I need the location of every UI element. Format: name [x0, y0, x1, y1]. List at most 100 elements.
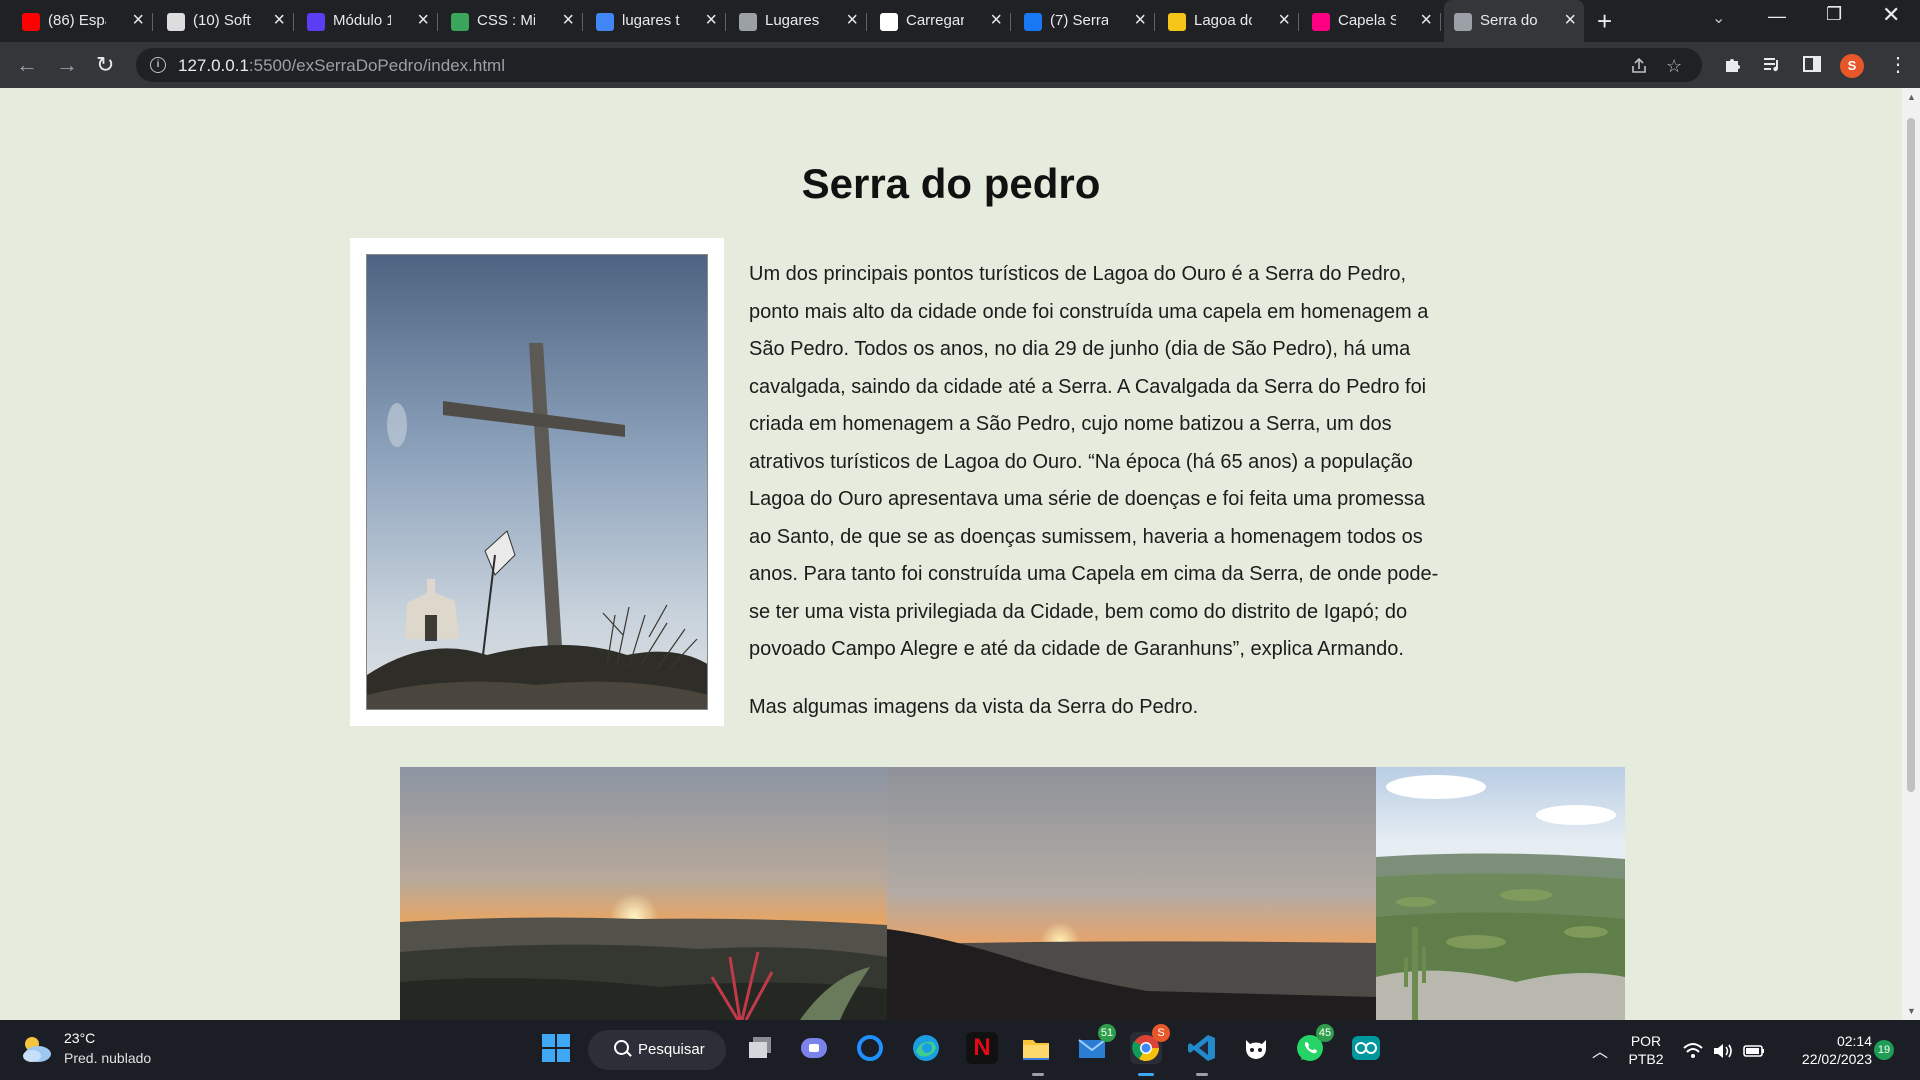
article-text: Um dos principais pontos turísticos de L…	[749, 256, 1449, 726]
vscode-icon[interactable]	[1186, 1032, 1218, 1064]
close-tab-icon[interactable]: ×	[705, 9, 717, 32]
extensions-icon[interactable]	[1722, 54, 1742, 74]
chrome-taskbar-icon[interactable]: S	[1130, 1024, 1170, 1064]
site-info-icon[interactable]: i	[150, 57, 166, 73]
close-tab-icon[interactable]: ×	[1420, 9, 1432, 32]
globe-icon	[1454, 13, 1472, 31]
task-view-icon[interactable]	[744, 1032, 776, 1064]
edge-browser-icon[interactable]	[910, 1032, 942, 1064]
forward-button[interactable]: →	[56, 52, 78, 78]
github-desktop-icon[interactable]	[1240, 1032, 1272, 1064]
whatsapp-icon[interactable]: 45	[1294, 1024, 1334, 1064]
keyboard-layout: PTB2	[1628, 1051, 1664, 1067]
tab[interactable]: Módulo 1 ×	[297, 4, 438, 38]
tab-strip: (86) Espaço×(10) Software×Módulo 1×CSS :…	[0, 0, 1920, 42]
arduino-ide-icon[interactable]	[1350, 1032, 1382, 1064]
tab-title: lugares tu	[622, 12, 680, 29]
wifi-icon[interactable]	[1682, 1042, 1704, 1060]
netflix-icon[interactable]: N	[966, 1032, 998, 1064]
clock-time: 02:14	[1836, 1033, 1872, 1049]
tab[interactable]: lugares tu ×	[586, 4, 726, 38]
page-title: Serra do pedro	[801, 160, 1101, 207]
close-tab-icon[interactable]: ×	[1278, 9, 1290, 32]
profile-avatar[interactable]: S	[1840, 54, 1864, 78]
address-bar[interactable]: i 127.0.0.1:5500/exSerraDoPedro/index.ht…	[136, 48, 1702, 82]
tab[interactable]: Capela Sã ×	[1302, 4, 1441, 38]
chrome-profile-badge: S	[1152, 1024, 1170, 1042]
mail-app-icon[interactable]: 51	[1076, 1024, 1116, 1064]
css-icon	[451, 13, 469, 31]
image-gallery	[400, 767, 1625, 1020]
cortana-icon[interactable]	[854, 1032, 886, 1064]
share-icon[interactable]	[1630, 57, 1648, 75]
tab-title: (86) Espaço	[48, 12, 106, 29]
weather-temperature[interactable]: 23°C	[64, 1030, 95, 1046]
system-clock[interactable]: 02:14 22/02/2023	[1780, 1032, 1872, 1068]
tab[interactable]: Lagoa do ×	[1158, 4, 1299, 38]
weather-cloud-icon[interactable]	[20, 1034, 54, 1064]
close-window-button[interactable]: ✕	[1882, 2, 1900, 28]
reload-button[interactable]: ↻	[96, 52, 114, 78]
windows-taskbar: 23°C Pred. nublado Pesquisar N 51 S 45 ︿…	[0, 1020, 1920, 1080]
tab-title: (10) Software	[193, 12, 251, 29]
mail-unread-badge: 51	[1098, 1024, 1116, 1042]
flickr-icon	[1312, 13, 1330, 31]
youtube-icon	[22, 13, 40, 31]
tab-search-chevron-icon[interactable]: ⌄	[1712, 8, 1725, 28]
teams-chat-icon[interactable]	[798, 1032, 830, 1064]
close-tab-icon[interactable]: ×	[132, 9, 144, 32]
tab[interactable]: (10) Software ×	[157, 4, 294, 38]
taskbar-search-label: Pesquisar	[638, 1041, 705, 1058]
tab-title: Capela Sã	[1338, 12, 1396, 29]
tab-active[interactable]: Serra do p ×	[1444, 0, 1584, 42]
url-text[interactable]: 127.0.0.1:5500/exSerraDoPedro/index.html	[178, 56, 505, 76]
vscode-running-indicator	[1196, 1073, 1208, 1076]
tab[interactable]: CSS : Min ×	[441, 4, 583, 38]
file-explorer-icon[interactable]	[1020, 1032, 1052, 1064]
kebab-menu-icon[interactable]: ⋮	[1888, 52, 1908, 77]
minimize-button[interactable]: —	[1768, 6, 1786, 27]
media-queue-icon[interactable]	[1762, 54, 1782, 74]
cross-photo-frame	[350, 238, 724, 726]
whatsapp-unread-badge: 45	[1316, 1024, 1334, 1042]
close-tab-icon[interactable]: ×	[417, 9, 429, 32]
windows-start-icon[interactable]	[540, 1032, 572, 1064]
bookmark-star-icon[interactable]: ☆	[1666, 56, 1682, 77]
weather-description[interactable]: Pred. nublado	[64, 1050, 151, 1066]
close-tab-icon[interactable]: ×	[1134, 9, 1146, 32]
tab-title: Carregar	[906, 12, 964, 29]
scroll-down-arrow-icon[interactable]: ▼	[1907, 1006, 1916, 1016]
tab-title: Lugares t	[765, 12, 823, 29]
battery-icon[interactable]	[1742, 1042, 1766, 1060]
new-tab-button[interactable]: +	[1597, 6, 1612, 37]
close-tab-icon[interactable]: ×	[1564, 9, 1576, 32]
tab-title: CSS : Min	[477, 12, 535, 29]
back-button[interactable]: ←	[16, 52, 38, 78]
tab[interactable]: Lugares t ×	[729, 4, 867, 38]
close-tab-icon[interactable]: ×	[273, 9, 285, 32]
side-panel-icon[interactable]	[1802, 54, 1822, 74]
github-icon	[880, 13, 898, 31]
tab[interactable]: (7) Serra d ×	[1014, 4, 1155, 38]
close-tab-icon[interactable]: ×	[846, 9, 858, 32]
taskbar-search[interactable]: Pesquisar	[588, 1030, 726, 1070]
input-language: POR	[1630, 1033, 1662, 1049]
input-language-indicator[interactable]: POR PTB2	[1624, 1032, 1668, 1068]
f-icon	[1168, 13, 1186, 31]
close-tab-icon[interactable]: ×	[562, 9, 574, 32]
volume-icon[interactable]	[1712, 1042, 1734, 1060]
page-scrollbar[interactable]: ▲ ▼	[1902, 88, 1920, 1020]
restore-button[interactable]: ❐	[1826, 4, 1842, 25]
cross-photo	[366, 254, 708, 710]
google-icon	[596, 13, 614, 31]
scroll-up-arrow-icon[interactable]: ▲	[1907, 92, 1916, 102]
chrome-active-indicator	[1138, 1073, 1154, 1076]
doc-icon	[167, 13, 185, 31]
close-tab-icon[interactable]: ×	[990, 9, 1002, 32]
tab[interactable]: (86) Espaço ×	[12, 4, 153, 38]
scrollbar-thumb[interactable]	[1907, 118, 1915, 792]
tab[interactable]: Carregar ×	[870, 4, 1011, 38]
facebook-icon	[1024, 13, 1042, 31]
notification-count-badge[interactable]: 19	[1874, 1040, 1894, 1060]
show-hidden-icons-chevron-icon[interactable]: ︿	[1592, 1038, 1608, 1062]
